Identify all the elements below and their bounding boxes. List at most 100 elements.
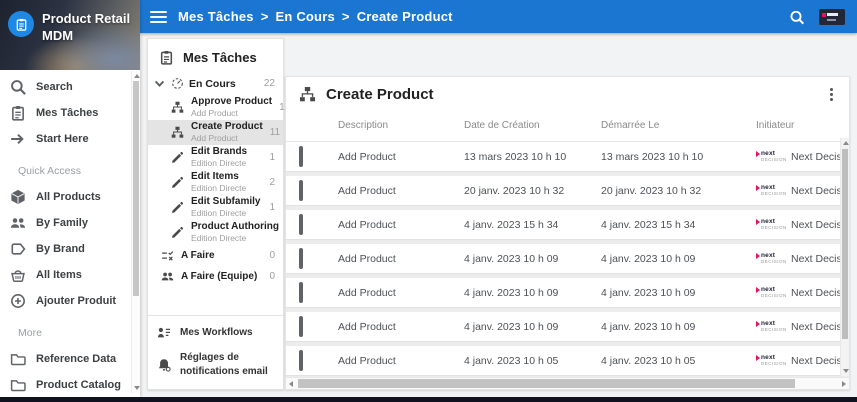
task-type-item[interactable]: Edit Items Edition Directe 2 [148,170,283,195]
checklist-icon [161,249,174,262]
cell-started-date: 13 mars 2023 10 h 10 [601,150,704,163]
task-type-item[interactable]: Product Authoring Edition Directe 6 [148,220,292,245]
sidebar-item-label: All Items [36,269,82,281]
scroll-up-arrow[interactable] [843,141,849,145]
panel-title: Mes Tâches [183,50,257,65]
cell-created-date: 4 janv. 2023 10 h 09 [464,286,559,299]
sidebar-item-label: By Brand [36,243,85,255]
column-header-created: Date de Création [464,120,540,131]
table-row[interactable]: Add Product 4 janv. 2023 10 h 05 4 janv.… [286,346,849,376]
people-icon [10,215,26,231]
next-decision-logo-icon: next DECISION [756,320,786,332]
scroll-right-arrow[interactable] [842,381,846,387]
table-horizontal-scrollbar[interactable] [286,377,849,389]
scrollbar-thumb[interactable] [842,149,848,339]
table-row[interactable]: Add Product 4 janv. 2023 10 h 09 4 janv.… [286,278,849,308]
sidebar-item[interactable]: Reference Data [0,346,140,372]
sidebar-item[interactable]: All Products [0,184,140,210]
breadcrumb: Mes TâchesEn CoursCreate Product [178,9,453,24]
task-folder-count: 0 [269,250,275,261]
sidebar-scrollbar[interactable] [131,71,140,393]
add-circle-icon [10,293,26,309]
task-type-subtitle: Edition Directe [191,158,247,169]
sidebar-item-label: Reference Data [36,353,117,365]
scroll-down-arrow[interactable] [843,369,849,373]
table-row[interactable]: Add Product 4 janv. 2023 15 h 34 4 janv.… [286,210,849,240]
main-panel: Create Product Description Date de Créat… [285,76,850,390]
task-type-subtitle: Edition Directe [191,183,247,194]
task-type-title: Edit Brands [191,146,248,158]
hamburger-menu-icon[interactable] [150,10,167,23]
next-decision-logo-icon[interactable] [819,8,845,25]
app-brand: Product Retail MDM [8,11,134,45]
task-type-item[interactable]: Edit Subfamily Edition Directe 1 [148,195,283,220]
sidebar-item[interactable]: Product Catalog [0,372,140,398]
cell-description: Add Product [338,286,396,299]
sidebar-item[interactable]: Mes Tâches [0,100,140,126]
cell-started-date: 4 janv. 2023 10 h 09 [601,286,696,299]
scroll-left-arrow[interactable] [289,381,293,387]
sidebar-item-label: Product Catalog [36,379,121,391]
breadcrumb-item[interactable]: En Cours [276,9,357,24]
row-checkbox[interactable] [299,213,303,235]
task-type-item[interactable]: Create Product Add Product 11 [148,120,283,145]
my-workflows-label: Mes Workflows [180,327,253,339]
basket-icon [10,267,26,283]
sidebar-item[interactable]: Ajouter Produit [0,288,140,314]
row-checkbox[interactable] [299,145,303,167]
column-header-initiator: Initiateur [756,120,795,131]
clipboard-icon [159,50,174,65]
task-folder-item[interactable]: A Faire 0 [148,245,283,266]
sidebar-item[interactable]: Start Here [0,126,140,152]
table-row[interactable]: Add Product 20 janv. 2023 10 h 32 20 jan… [286,176,849,206]
left-sidebar: Product Retail MDM Search Mes Tâches Sta… [0,0,140,397]
cell-created-date: 4 janv. 2023 15 h 34 [464,218,559,231]
tasks-clipboard-icon [10,105,26,121]
tasks-panel-footer: Mes Workflows Réglages de notifications … [148,315,283,389]
cell-description: Add Product [338,184,396,197]
chevron-down-icon[interactable] [153,77,166,90]
section-label-more: More [18,327,42,339]
sidebar-item[interactable]: Search [0,74,140,100]
scroll-down-arrow[interactable] [134,386,140,390]
cell-description: Add Product [338,218,396,231]
task-type-item[interactable]: Edit Brands Edition Directe 1 [148,145,283,170]
breadcrumb-item[interactable]: Create Product [357,9,453,24]
kebab-menu-icon[interactable] [822,85,841,104]
scrollbar-thumb[interactable] [133,81,139,296]
row-checkbox[interactable] [299,247,303,269]
breadcrumb-item[interactable]: Mes Tâches [178,9,276,24]
folder-icon [10,351,26,367]
scroll-up-arrow[interactable] [134,74,140,78]
table-row[interactable]: Add Product 4 janv. 2023 10 h 09 4 janv.… [286,312,849,342]
sidebar-item[interactable]: All Items [0,262,140,288]
row-checkbox[interactable] [299,315,303,337]
app-logo [8,11,34,37]
my-workflows-link[interactable]: Mes Workflows [157,326,277,340]
task-type-item[interactable]: Approve Product Add Product 1 [148,95,285,120]
cell-created-date: 4 janv. 2023 10 h 09 [464,320,559,333]
email-notification-settings-link[interactable]: Réglages de notifications email [157,351,277,378]
tree-node-en-cours[interactable]: En Cours 22 [148,74,283,95]
table-row[interactable]: Add Product 4 janv. 2023 10 h 09 4 janv.… [286,244,849,274]
search-icon[interactable] [788,9,804,25]
sidebar-item[interactable]: By Brand [0,236,140,262]
sidebar-item[interactable]: By Family [0,210,140,236]
table-vertical-scrollbar[interactable] [840,138,849,376]
window-bottom-edge [0,397,857,402]
task-type-count: 11 [269,127,281,138]
scrollbar-thumb[interactable] [298,379,795,388]
row-checkbox[interactable] [299,349,303,371]
sidebar-top-nav: Search Mes Tâches Start Here [0,74,140,152]
row-checkbox[interactable] [299,179,303,201]
clipboard-icon [15,17,28,31]
table-row[interactable]: Add Product 13 mars 2023 10 h 10 13 mars… [286,142,849,172]
sidebar-item-label: By Family [36,217,88,229]
sitemap-icon [299,86,316,103]
sitemap-icon [171,101,184,114]
in-progress-icon [171,77,184,90]
cell-created-date: 4 janv. 2023 10 h 05 [464,354,559,367]
task-folder-item[interactable]: A Faire (Equipe) 0 [148,266,283,287]
row-checkbox[interactable] [299,281,303,303]
app-title: Product Retail MDM [42,11,131,43]
